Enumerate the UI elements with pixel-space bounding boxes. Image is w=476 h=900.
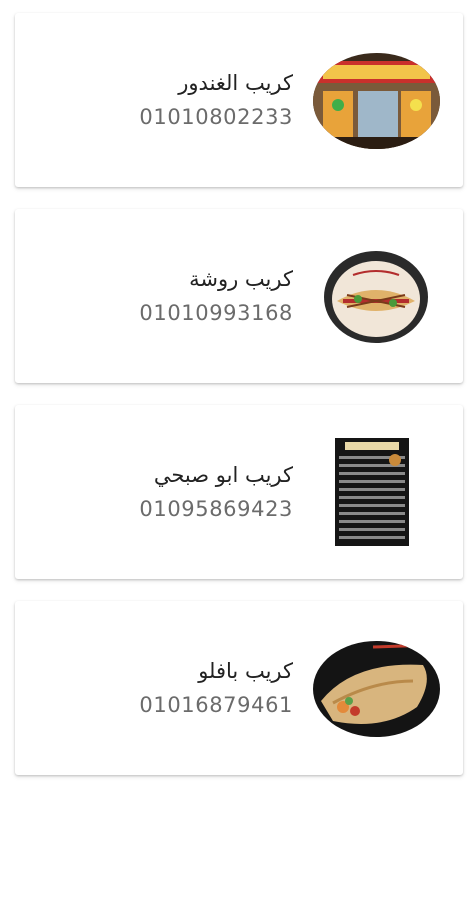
shop-photo <box>313 249 440 345</box>
shop-photo <box>327 436 417 548</box>
shop-card[interactable]: كريب روشة 01010993168 <box>15 209 463 383</box>
shop-name: كريب روشة <box>189 267 293 291</box>
shop-card[interactable]: كريب الغندور 01010802233 <box>15 13 463 187</box>
shop-phone[interactable]: 01016879461 <box>139 693 293 717</box>
shop-card[interactable]: كريب ابو صبحي 01095869423 <box>15 405 463 579</box>
shop-phone[interactable]: 01010802233 <box>139 105 293 129</box>
shop-card[interactable]: كريب بافلو 01016879461 <box>15 601 463 775</box>
shop-name: كريب الغندور <box>178 71 293 95</box>
shop-photo <box>313 641 440 737</box>
shop-list: كريب الغندور 01010802233 كريب روشة 01010… <box>0 0 476 775</box>
shop-name: كريب بافلو <box>198 659 293 683</box>
shop-phone[interactable]: 01095869423 <box>139 497 293 521</box>
shop-photo <box>313 53 440 149</box>
shop-name: كريب ابو صبحي <box>153 463 293 487</box>
shop-phone[interactable]: 01010993168 <box>139 301 293 325</box>
